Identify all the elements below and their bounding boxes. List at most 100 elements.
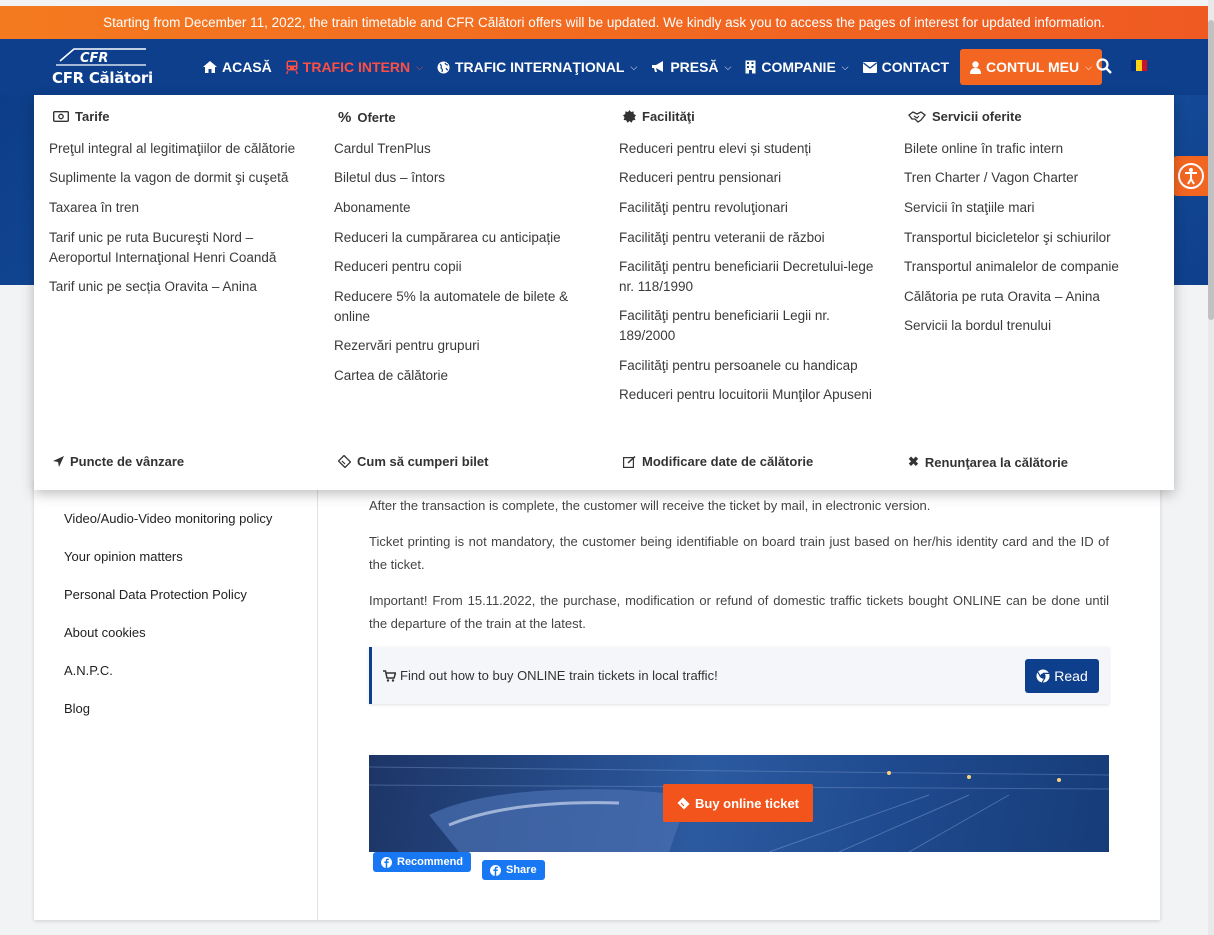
nav-contact[interactable]: CONTACT	[856, 49, 956, 85]
nav-international-traffic[interactable]: TRAFIC INTERNAŢIONAL ⌵	[430, 49, 644, 85]
menu-link-trenplus[interactable]: Cardul TrenPlus	[334, 139, 596, 159]
logo-text: CFR Călători	[52, 69, 153, 87]
cfr-logo-mark: CFR	[56, 48, 146, 66]
menu-link-anticipatie[interactable]: Reduceri la cumpărarea cu anticipație	[334, 228, 596, 248]
accessibility-icon	[1177, 163, 1204, 189]
sidebar-link-anpc[interactable]: A.N.P.C.	[64, 663, 113, 678]
nav-domestic-label: TRAFIC INTERN	[302, 59, 411, 75]
globe-icon	[437, 61, 450, 73]
scrollbar-thumb[interactable]	[1208, 20, 1214, 320]
menu-link-statii-mari[interactable]: Servicii în staţiile mari	[904, 198, 1166, 218]
menu-link-pretul-integral[interactable]: Preţul integral al legitimaţiilor de căl…	[49, 139, 311, 159]
footer-label: Cum să cumperi bilet	[357, 454, 489, 469]
nav-company[interactable]: COMPANIE ⌵	[738, 49, 855, 85]
facebook-recommend-button[interactable]: Recommend	[373, 852, 472, 872]
ticket-icon	[677, 797, 690, 809]
nav-my-account[interactable]: CONTUL MEU ⌵	[960, 49, 1102, 85]
menu-link-pensionari[interactable]: Reduceri pentru pensionari	[619, 168, 881, 188]
read-button-label: Read	[1054, 668, 1088, 684]
language-flag-icon[interactable]	[1131, 60, 1147, 71]
buy-online-ticket-button[interactable]: Buy online ticket	[663, 784, 813, 822]
menu-link-cartea[interactable]: Cartea de călătorie	[334, 366, 596, 386]
sidebar-link-monitoring-policy[interactable]: Video/Audio-Video monitoring policy	[64, 511, 272, 526]
menu-link-veterani[interactable]: Facilităţi pentru veteranii de război	[619, 228, 881, 248]
menu-link-lege-189[interactable]: Facilităţi pentru beneficiarii Legii nr.…	[619, 306, 881, 346]
menu-link-oravita-anina[interactable]: Călătoria pe ruta Oravita – Anina	[904, 287, 1166, 307]
home-icon	[203, 61, 217, 73]
train-icon	[285, 60, 298, 74]
logo-mark-text: CFR	[80, 51, 108, 66]
sidebar-link-data-protection[interactable]: Personal Data Protection Policy	[64, 587, 247, 602]
footer-label: Renunţarea la călătorie	[924, 454, 1068, 470]
nav-press[interactable]: PRESĂ ⌵	[644, 49, 738, 85]
callout-text: Find out how to buy ONLINE train tickets…	[400, 668, 718, 683]
buy-button-label: Buy online ticket	[694, 795, 800, 811]
menu-footer-how-to-buy[interactable]: Cum să cumperi bilet	[338, 454, 488, 469]
menu-link-dus-intors[interactable]: Biletul dus – întors	[334, 168, 596, 188]
chevron-down-icon: ⌵	[416, 61, 423, 72]
column-title: Tarife	[75, 109, 110, 124]
menu-link-reducere-5[interactable]: Reducere 5% la automatele de bilete & on…	[334, 287, 596, 327]
chevron-down-icon: ⌵	[724, 61, 732, 72]
accessibility-button[interactable]	[1173, 156, 1208, 196]
recommend-label: Recommend	[397, 856, 464, 868]
paragraph-important: Important! From 15.11.2022, the purchase…	[369, 593, 1109, 631]
chevron-down-icon: ⌵	[1085, 61, 1092, 72]
menu-link-abonamente[interactable]: Abonamente	[334, 198, 596, 218]
page-scrollbar[interactable]	[1208, 0, 1214, 935]
edit-icon	[623, 455, 636, 468]
facebook-share-button[interactable]: Share	[482, 860, 545, 880]
percent-icon: %	[338, 109, 352, 126]
footer-label: Puncte de vânzare	[70, 454, 185, 469]
facebook-icon	[490, 864, 501, 876]
menu-link-tarif-otopeni[interactable]: Tarif unic pe ruta Bucureşti Nord – Aero…	[49, 228, 311, 268]
menu-link-animale[interactable]: Transportul animalelor de companie	[904, 257, 1166, 277]
menu-footer-cancel-travel[interactable]: ✖ Renunţarea la călătorie	[908, 454, 1068, 470]
nav-press-label: PRESĂ	[670, 59, 719, 75]
nav-company-label: COMPANIE	[761, 59, 836, 75]
cart-icon	[383, 669, 396, 682]
share-label: Share	[506, 864, 537, 876]
menu-link-bilete-online[interactable]: Bilete online în trafic intern	[904, 139, 1166, 159]
chevron-down-icon: ⌵	[630, 61, 638, 72]
column-title: Servicii oferite	[932, 109, 1022, 124]
sidebar-link-your-opinion[interactable]: Your opinion matters	[64, 549, 183, 564]
menu-link-charter[interactable]: Tren Charter / Vagon Charter	[904, 168, 1166, 188]
nav-domestic-traffic[interactable]: TRAFIC INTERN ⌵	[279, 49, 430, 85]
search-icon	[1096, 58, 1112, 74]
close-icon: ✖	[908, 454, 919, 469]
column-header-facilitati: Facilităţi	[623, 109, 695, 124]
sidebar-link-cookies[interactable]: About cookies	[64, 625, 146, 640]
location-arrow-icon	[53, 456, 64, 467]
menu-link-suplimente[interactable]: Suplimente la vagon de dormit şi cuşetă	[49, 168, 311, 188]
menu-link-apuseni[interactable]: Reduceri pentru locuitorii Munţilor Apus…	[619, 385, 881, 405]
menu-link-handicap[interactable]: Facilităţi pentru persoanele cu handicap	[619, 356, 881, 376]
menu-link-decret-118[interactable]: Facilităţi pentru beneficiarii Decretulu…	[619, 257, 881, 297]
menu-link-bordul-trenului[interactable]: Servicii la bordul trenului	[904, 316, 1166, 336]
sidebar-link-blog[interactable]: Blog	[64, 701, 90, 716]
menu-footer-sales-points[interactable]: Puncte de vânzare	[53, 454, 184, 469]
nav-home-label: ACASĂ	[222, 59, 272, 75]
menu-footer-modify-travel[interactable]: Modificare date de călătorie	[623, 454, 813, 469]
menu-link-revolutionari[interactable]: Facilităţi pentru revoluţionari	[619, 198, 881, 218]
menu-link-elevi[interactable]: Reduceri pentru elevi și studenți	[619, 139, 881, 159]
site-logo[interactable]: CFR CFR Călători	[52, 47, 153, 89]
chevron-down-icon: ⌵	[841, 61, 849, 72]
main-nav: ACASĂ TRAFIC INTERN ⌵ TRAFIC INTERNAŢION…	[196, 49, 1102, 85]
building-icon	[745, 60, 756, 74]
nav-international-label: TRAFIC INTERNAŢIONAL	[454, 59, 625, 75]
read-button[interactable]: Read	[1025, 659, 1099, 693]
menu-link-taxarea[interactable]: Taxarea în tren	[49, 198, 311, 218]
menu-link-biciclete[interactable]: Transportul bicicletelor şi schiurilor	[904, 228, 1166, 248]
menu-link-tarif-oravita[interactable]: Tarif unic pe secția Oravita – Anina	[49, 277, 311, 297]
menu-link-grupuri[interactable]: Rezervări pentru grupuri	[334, 336, 596, 356]
column-header-tarife: Tarife	[53, 109, 109, 124]
buy-guide-callout: Find out how to buy ONLINE train tickets…	[369, 647, 1109, 704]
menu-link-copii[interactable]: Reduceri pentru copii	[334, 257, 596, 277]
column-title: Oferte	[357, 110, 396, 125]
user-icon	[970, 60, 982, 74]
paragraph-ticket-by-mail: After the transaction is complete, the c…	[369, 498, 931, 513]
search-button[interactable]	[1094, 56, 1114, 76]
nav-home[interactable]: ACASĂ	[196, 49, 279, 85]
train-banner-image: Buy online ticket	[369, 755, 1109, 852]
